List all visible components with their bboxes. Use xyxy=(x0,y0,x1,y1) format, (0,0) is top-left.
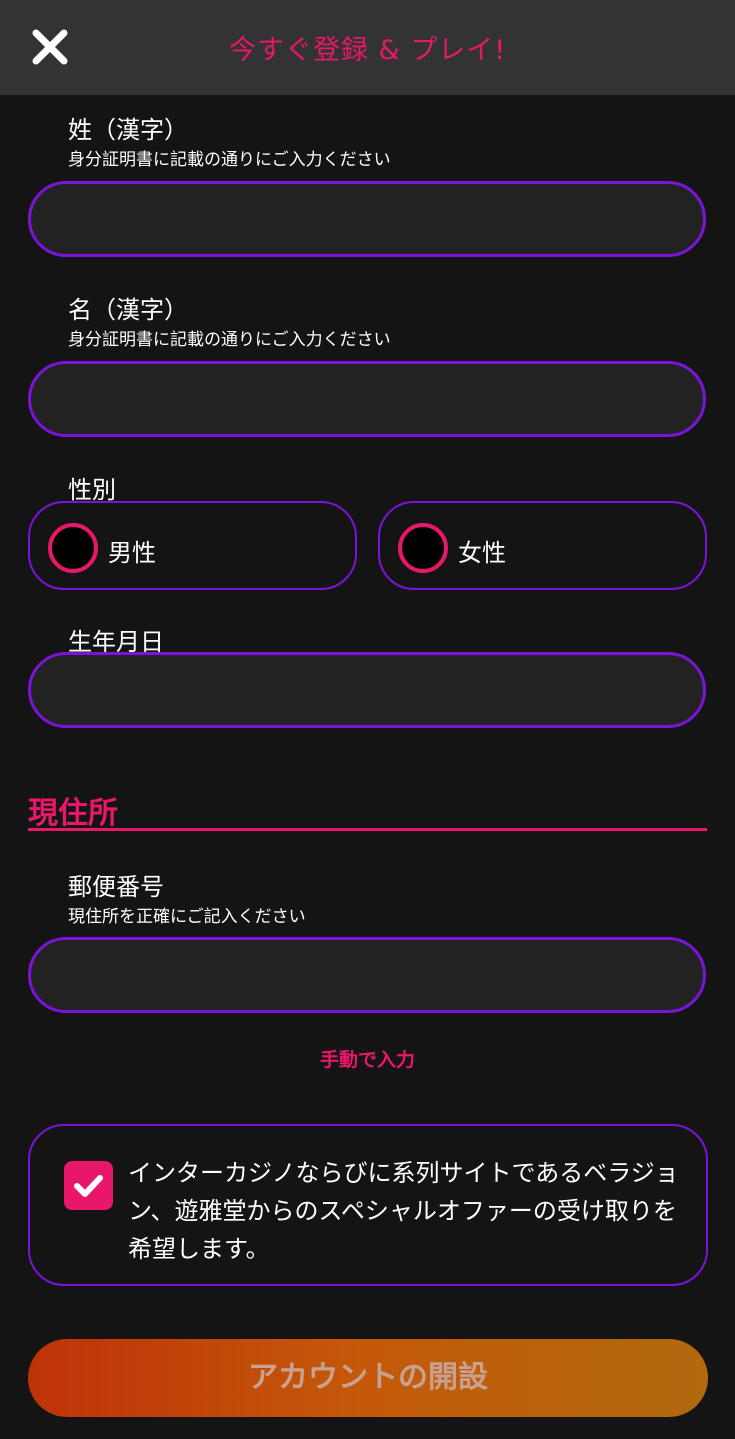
postal-code-label: 郵便番号 xyxy=(68,873,164,901)
gender-option-male[interactable]: 男性 xyxy=(28,501,357,590)
section-divider xyxy=(28,828,707,831)
gender-option-label-female: 女性 xyxy=(458,539,506,567)
section-title-address: 現住所 xyxy=(28,796,118,831)
page-title: 今すぐ登録 & プレイ! xyxy=(228,35,507,66)
first-name-hint: 身分証明書に記載の通りにご入力ください xyxy=(68,330,391,350)
consent-text: インターカジノならびに系列サイトであるベラジョン、遊雅堂からのスペシャルオファー… xyxy=(128,1159,679,1263)
gender-label: 性別 xyxy=(68,476,116,504)
last-name-label: 姓（漢字） xyxy=(68,116,188,144)
first-name-input[interactable] xyxy=(28,361,706,437)
header-bar: 今すぐ登録 & プレイ! xyxy=(0,0,735,95)
checkmark-icon xyxy=(74,1175,103,1197)
consent-box: インターカジノならびに系列サイトであるベラジョン、遊雅堂からのスペシャルオファー… xyxy=(28,1124,708,1286)
radio-button-female[interactable] xyxy=(398,523,448,573)
open-account-button[interactable]: アカウントの開設 xyxy=(28,1339,708,1417)
birthdate-input[interactable] xyxy=(28,652,706,728)
first-name-label: 名（漢字） xyxy=(68,296,188,324)
manual-entry-link[interactable]: 手動で入力 xyxy=(0,1045,735,1072)
postal-code-hint: 現住所を正確にご記入ください xyxy=(68,907,306,927)
last-name-hint: 身分証明書に記載の通りにご入力ください xyxy=(68,150,391,170)
last-name-input[interactable] xyxy=(28,181,706,257)
radio-button-male[interactable] xyxy=(48,523,98,573)
postal-code-input[interactable] xyxy=(28,937,706,1013)
consent-checkbox[interactable] xyxy=(64,1161,113,1210)
gender-option-female[interactable]: 女性 xyxy=(378,501,707,590)
gender-option-label-male: 男性 xyxy=(108,539,156,567)
